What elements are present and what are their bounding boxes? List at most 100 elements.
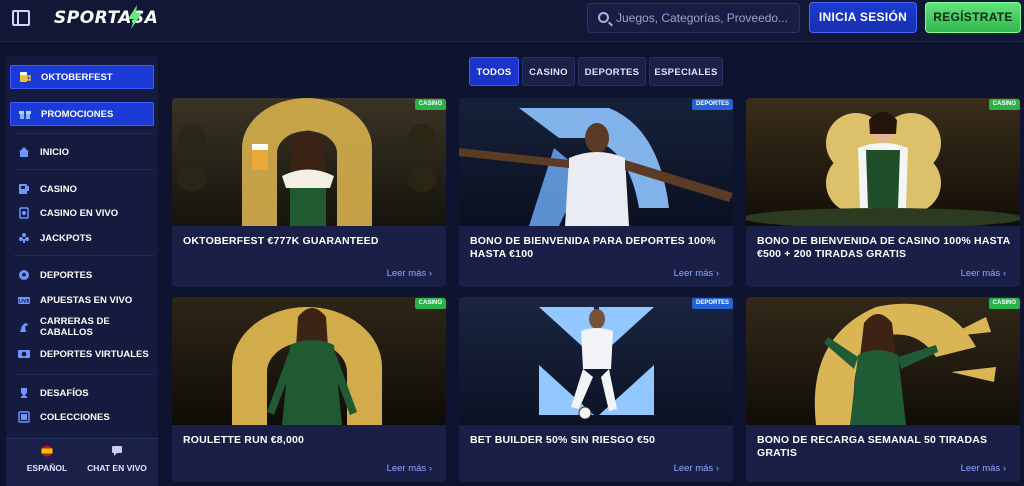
logo-bolt-icon (128, 5, 142, 29)
collections-icon (18, 411, 30, 423)
sidebar-item-label: PROMOCIONES (41, 108, 114, 120)
read-more-link[interactable]: Leer más › (387, 268, 432, 279)
tab-especiales[interactable]: ESPECIALES (649, 57, 723, 86)
svg-text:LIVE: LIVE (18, 299, 29, 305)
jackpot-icon (18, 232, 30, 244)
sidebar-item-jackpots[interactable]: JACKPOTS (10, 226, 154, 250)
menu-toggle-icon[interactable] (12, 10, 30, 26)
chevron-right-icon: › (428, 463, 432, 474)
category-badge: CASINO (414, 99, 446, 110)
tab-todos[interactable]: TODOS (469, 57, 519, 86)
virtual-sports-icon (18, 348, 30, 360)
slot-icon (18, 183, 30, 195)
sidebar-item-deportes[interactable]: DEPORTES (10, 263, 154, 287)
home-icon (18, 146, 30, 158)
sidebar-item-label: INICIO (40, 146, 70, 158)
promo-card[interactable]: DEPORTES BONO DE BIENVENIDA PARA DEPORTE… (459, 98, 733, 287)
sidebar-item-colecciones[interactable]: COLECCIONES (10, 405, 154, 429)
chevron-right-icon: › (428, 268, 432, 279)
sidebar-divider (14, 169, 154, 170)
read-more-label: Leer más (960, 463, 1001, 474)
tab-deportes[interactable]: DEPORTES (578, 57, 646, 86)
live-casino-icon (18, 207, 30, 219)
chevron-right-icon: › (715, 268, 719, 279)
read-more-link[interactable]: Leer más › (961, 268, 1006, 279)
promo-title: BONO DE RECARGA SEMANAL 50 TIRADAS GRATI… (757, 434, 988, 459)
sidebar-item-label: CASINO EN VIVO (40, 207, 119, 219)
category-badge: DEPORTES (691, 99, 733, 110)
sidebar-footer: ESPAÑOL CHAT EN VIVO (6, 438, 158, 486)
promo-image (172, 98, 446, 226)
promo-title: OKTOBERFEST €777K GUARANTEED (183, 235, 379, 247)
read-more-link[interactable]: Leer más › (961, 463, 1006, 474)
sidebar-divider (14, 133, 154, 134)
sidebar-item-deportes-virtuales[interactable]: DEPORTES VIRTUALES (10, 342, 154, 366)
promo-card[interactable]: CASINO OKTOBERFEST €777K GUARANTEED Leer… (172, 98, 446, 287)
promo-card[interactable]: DEPORTES BET BUILDER 50% SIN RIESGO €50 … (459, 297, 733, 482)
read-more-label: Leer más (673, 268, 714, 279)
soccer-ball-icon (18, 269, 30, 281)
chat-icon (112, 446, 122, 456)
live-bets-icon: LIVE (18, 294, 30, 306)
read-more-label: Leer más (386, 268, 427, 279)
trophy-icon (18, 387, 30, 399)
read-more-label: Leer más (673, 463, 714, 474)
sidebar-item-casino-en-vivo[interactable]: CASINO EN VIVO (10, 201, 154, 225)
sidebar-item-desafios[interactable]: DESAFÍOS (10, 381, 154, 405)
sidebar-item-apuestas-en-vivo[interactable]: LIVE APUESTAS EN VIVO (10, 288, 154, 312)
category-badge: CASINO (988, 99, 1020, 110)
sidebar-item-casino[interactable]: CASINO (10, 177, 154, 201)
spain-flag-icon (41, 445, 53, 457)
live-chat-button[interactable]: CHAT EN VIVO (82, 443, 152, 483)
language-selector[interactable]: ESPAÑOL (12, 443, 82, 483)
promo-title: BET BUILDER 50% SIN RIESGO €50 (470, 434, 656, 446)
promo-card[interactable]: CASINO BONO DE RECARGA SEMANAL 50 TIRADA… (746, 297, 1020, 482)
chat-label: CHAT EN VIVO (87, 463, 147, 473)
promo-title: ROULETTE RUN €8,000 (183, 434, 305, 446)
sidebar-item-label: DESAFÍOS (40, 387, 89, 399)
category-badge: DEPORTES (691, 298, 733, 309)
sidebar-item-label: DEPORTES VIRTUALES (40, 348, 149, 360)
top-header: SPORTASA INICIA SESIÓN REGÍSTRATE (0, 0, 1024, 42)
language-label: ESPAÑOL (26, 463, 68, 473)
search-box[interactable] (587, 3, 800, 33)
category-badge: CASINO (414, 298, 446, 309)
sidebar-item-carreras-de-caballos[interactable]: CARRERAS DE CABALLOS (10, 315, 154, 339)
sidebar-item-label: DEPORTES (40, 269, 93, 281)
sidebar-divider (14, 255, 154, 256)
sidebar-item-inicio[interactable]: INICIO (10, 140, 154, 164)
promo-card[interactable]: CASINO ROULETTE RUN €8,000 Leer más › (172, 297, 446, 482)
chevron-right-icon: › (715, 463, 719, 474)
beer-icon (19, 71, 31, 83)
sidebar-item-label: OKTOBERFEST (41, 71, 113, 83)
gift-icon (19, 108, 31, 120)
read-more-link[interactable]: Leer más › (387, 463, 432, 474)
promo-image (459, 297, 733, 425)
category-badge: CASINO (988, 298, 1020, 309)
promo-title: BONO DE BIENVENIDA DE CASINO 100% HASTA … (757, 235, 1011, 260)
promo-image (746, 98, 1020, 226)
read-more-label: Leer más (386, 463, 427, 474)
chevron-right-icon: › (1002, 463, 1006, 474)
register-button[interactable]: REGÍSTRATE (925, 2, 1021, 33)
sidebar: OKTOBERFEST PROMOCIONES INICIO CASINO CA… (6, 56, 158, 486)
read-more-link[interactable]: Leer más › (674, 463, 719, 474)
sidebar-item-promociones[interactable]: PROMOCIONES (10, 102, 154, 126)
tab-casino[interactable]: CASINO (522, 57, 575, 86)
sidebar-item-oktoberfest[interactable]: OKTOBERFEST (10, 65, 154, 89)
promo-image (746, 297, 1020, 425)
promo-card[interactable]: CASINO BONO DE BIENVENIDA DE CASINO 100%… (746, 98, 1020, 287)
sidebar-item-label: APUESTAS EN VIVO (40, 294, 133, 306)
read-more-label: Leer más (960, 268, 1001, 279)
sidebar-item-label: CASINO (40, 183, 77, 195)
sidebar-item-label: COLECCIONES (40, 411, 110, 423)
chevron-right-icon: › (1002, 268, 1006, 279)
login-button[interactable]: INICIA SESIÓN (809, 2, 917, 33)
promo-title: BONO DE BIENVENIDA PARA DEPORTES 100% HA… (470, 235, 716, 260)
search-input[interactable] (616, 4, 796, 32)
read-more-link[interactable]: Leer más › (674, 268, 719, 279)
horse-icon (18, 321, 30, 333)
sidebar-item-label: CARRERAS DE CABALLOS (40, 316, 110, 338)
promo-image (459, 98, 733, 226)
search-icon (598, 12, 609, 23)
